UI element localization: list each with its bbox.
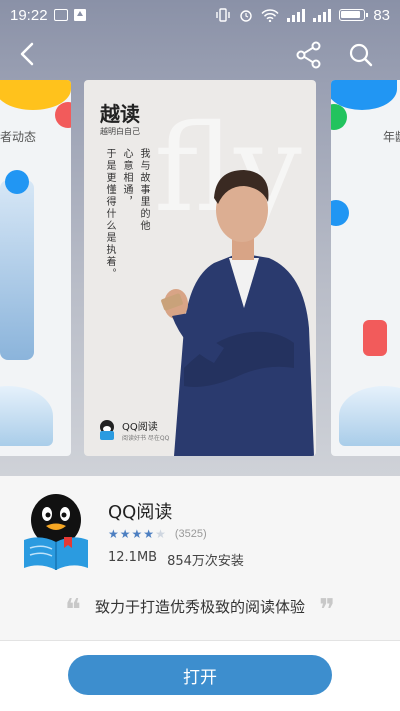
poster-logo: QQ阅读 阅读好书 尽在QQ xyxy=(96,418,169,442)
star-icon: ★ xyxy=(131,527,143,541)
search-icon[interactable] xyxy=(344,38,378,72)
tagline: ❝ 致力于打造优秀极致的阅读体验 ❞ xyxy=(0,586,400,626)
qq-penguin-icon xyxy=(100,420,114,440)
upload-icon xyxy=(73,9,86,21)
poem-line-3: 于是更懂得什么是执着。 xyxy=(104,148,115,280)
open-quote-icon: ❝ xyxy=(64,593,81,628)
message-icon xyxy=(53,9,68,21)
qq-reader-app-icon xyxy=(24,494,88,570)
left-caption: 者动态 xyxy=(0,130,37,144)
rating-count: (3525) xyxy=(174,528,207,540)
poster-logo-text: QQ阅读 xyxy=(122,422,158,433)
app-size: 12.1MB xyxy=(108,550,158,565)
left-screen-shape xyxy=(0,180,34,360)
poster-title: 越读 xyxy=(100,102,140,126)
signal-icon-2 xyxy=(313,8,332,22)
red-shape xyxy=(55,102,71,128)
book-illustration-right xyxy=(339,386,400,446)
vibrate-icon xyxy=(216,8,231,22)
star-icon: ★ xyxy=(108,527,119,541)
alarm-icon xyxy=(240,10,253,22)
red-block xyxy=(363,320,387,356)
app-info: QQ阅读 ★ ★ ★ ★ ★ (3525) 12.1MB 854万次安装 ❝ 致… xyxy=(0,476,400,640)
poster-logo-sub: 阅读好书 尽在QQ xyxy=(122,435,170,442)
status-bar: 19:22 83 xyxy=(0,0,400,30)
tagline-text: 致力于打造优秀极致的阅读体验 xyxy=(94,597,305,616)
screenshot-right[interactable]: 年龄 xyxy=(331,80,400,456)
battery-level: 83 xyxy=(373,6,390,24)
rating: ★ ★ ★ ★ ★ (3525) xyxy=(108,528,207,540)
back-arrow-icon[interactable] xyxy=(12,38,44,70)
share-icon[interactable] xyxy=(292,38,326,72)
star-icon: ★ xyxy=(119,527,131,541)
blue-dot xyxy=(5,170,29,194)
header xyxy=(0,30,400,78)
screenshot-gallery[interactable]: 者动态 fly 越读 越明白自己 我与故事里的他 心意相通， 于是更懂得什么是执… xyxy=(0,80,400,458)
screenshot-left[interactable]: 者动态 xyxy=(0,80,71,456)
battery-icon xyxy=(339,9,369,21)
wifi-icon xyxy=(261,8,279,22)
book-illustration xyxy=(0,386,53,446)
blue-dot-right xyxy=(331,200,349,226)
star-icon: ★ xyxy=(143,527,155,541)
screenshot-main[interactable]: fly 越读 越明白自己 我与故事里的他 心意相通， 于是更懂得什么是执着。 Q… xyxy=(84,80,316,456)
bottom-bar: 打开 xyxy=(0,641,400,711)
status-time: 19:22 xyxy=(10,6,48,24)
person-illustration xyxy=(161,170,314,456)
poster-subtitle: 越明白自己 xyxy=(100,127,140,136)
star-empty-icon: ★ xyxy=(155,527,166,541)
app-installs: 854万次安装 xyxy=(167,554,244,569)
poster-poem: 我与故事里的他 心意相通， 于是更懂得什么是执着。 xyxy=(104,148,149,280)
right-caption: 年龄 xyxy=(383,130,400,144)
app-name: QQ阅读 xyxy=(108,502,173,523)
poem-line-2: 心意相通， xyxy=(121,148,132,208)
signal-icon xyxy=(287,8,306,22)
top-area: 19:22 83 者动态 fly 越读 越明白自己 我与故事里的他 心意相通， … xyxy=(0,0,400,476)
green-shape xyxy=(331,104,347,130)
close-quote-icon: ❞ xyxy=(319,593,336,628)
open-button[interactable]: 打开 xyxy=(68,655,332,695)
app-meta: 12.1MB 854万次安装 xyxy=(108,550,244,569)
